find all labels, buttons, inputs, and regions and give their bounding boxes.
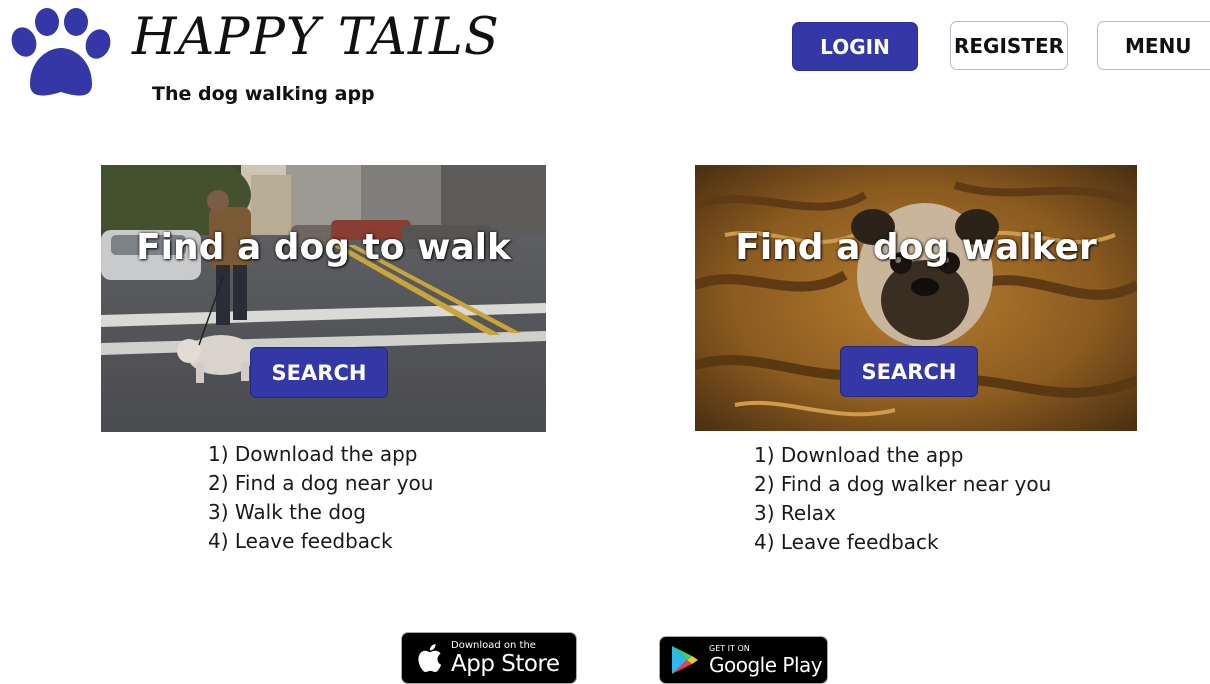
card-title: Find a dog to walk bbox=[136, 227, 511, 268]
list-item: 3) Relax bbox=[754, 501, 836, 525]
find-dog-walker-card: Find a dog walker SEARCH bbox=[695, 165, 1137, 431]
apple-icon bbox=[418, 644, 442, 673]
list-item: 2) Find a dog near you bbox=[208, 471, 434, 495]
list-item: 4) Leave feedback bbox=[754, 530, 939, 554]
find-dog-to-walk-card: Find a dog to walk SEARCH bbox=[101, 165, 546, 432]
list-item: 2) Find a dog walker near you bbox=[754, 472, 1052, 496]
app-store-badge[interactable]: Download on the App Store bbox=[401, 632, 577, 684]
google-play-small-text: GET IT ON bbox=[709, 644, 750, 653]
paw-icon bbox=[11, 8, 111, 96]
google-play-badge[interactable]: GET IT ON Google Play bbox=[659, 636, 828, 684]
list-item: 1) Download the app bbox=[208, 442, 418, 466]
landing-page: HAPPY TAILS The dog walking app LOGIN RE… bbox=[0, 0, 1210, 684]
menu-button[interactable]: MENU bbox=[1097, 21, 1210, 70]
brand-title: HAPPY TAILS bbox=[132, 8, 500, 67]
google-play-big-text: Google Play bbox=[709, 653, 823, 677]
search-dogs-button[interactable]: SEARCH bbox=[250, 347, 388, 398]
list-item: 1) Download the app bbox=[754, 443, 964, 467]
search-walkers-button[interactable]: SEARCH bbox=[840, 346, 978, 397]
card-title: Find a dog walker bbox=[735, 227, 1097, 268]
walk-dog-steps-list: 1) Download the app 2) Find a dog near y… bbox=[208, 440, 433, 556]
brand-subtitle: The dog walking app bbox=[152, 83, 375, 105]
app-store-big-text: App Store bbox=[451, 650, 560, 677]
app-store-small-text: Download on the bbox=[451, 639, 536, 651]
google-play-icon bbox=[672, 646, 698, 674]
login-button[interactable]: LOGIN bbox=[792, 22, 918, 71]
find-walker-steps-list: 1) Download the app 2) Find a dog walker… bbox=[754, 441, 1051, 557]
list-item: 3) Walk the dog bbox=[208, 500, 366, 524]
list-item: 4) Leave feedback bbox=[208, 529, 393, 553]
register-button[interactable]: REGISTER bbox=[950, 21, 1068, 70]
